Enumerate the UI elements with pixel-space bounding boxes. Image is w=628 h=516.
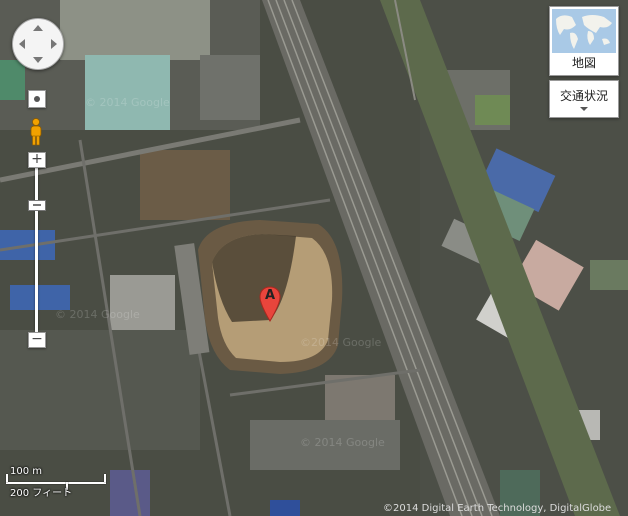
zoom-out-button[interactable]: − bbox=[28, 332, 46, 348]
reset-view-icon[interactable] bbox=[28, 90, 46, 108]
scale-bar: 100 m 200 フィート bbox=[6, 464, 116, 499]
map-type-label: 地図 bbox=[571, 56, 596, 70]
map-watermark: © 2014 Google bbox=[85, 96, 170, 109]
zoom-slider-handle[interactable] bbox=[28, 200, 46, 211]
street-view-pegman-icon[interactable] bbox=[28, 118, 44, 146]
scale-metric-label: 100 m bbox=[10, 466, 43, 477]
zoom-slider-track[interactable] bbox=[35, 168, 38, 332]
world-map-thumbnail-icon bbox=[552, 9, 616, 53]
scale-imperial-label: 200 フィート bbox=[10, 488, 73, 499]
chevron-down-icon bbox=[580, 107, 588, 111]
pan-up-arrow-icon[interactable] bbox=[33, 25, 43, 31]
location-marker[interactable]: A bbox=[259, 286, 281, 322]
pan-right-arrow-icon[interactable] bbox=[51, 39, 57, 49]
pan-down-arrow-icon[interactable] bbox=[33, 57, 43, 63]
zoom-in-button[interactable]: + bbox=[28, 152, 46, 168]
map-type-button[interactable]: 地図 bbox=[549, 6, 619, 76]
map-watermark: © 2014 Google bbox=[300, 436, 385, 449]
marker-letter: A bbox=[264, 288, 276, 303]
map-watermark: ©2014 Google bbox=[300, 336, 382, 349]
imagery-copyright: ©2014 Digital Earth Technology, DigitalG… bbox=[383, 503, 612, 514]
map-watermark: © 2014 Google bbox=[55, 308, 140, 321]
traffic-dropdown[interactable]: 交通状況 bbox=[549, 80, 619, 118]
pan-control-icon[interactable] bbox=[12, 18, 64, 70]
traffic-label: 交通状況 bbox=[559, 89, 608, 103]
pan-left-arrow-icon[interactable] bbox=[19, 39, 25, 49]
satellite-map[interactable]: © 2014 Google © 2014 Google ©2014 Google… bbox=[0, 0, 628, 516]
